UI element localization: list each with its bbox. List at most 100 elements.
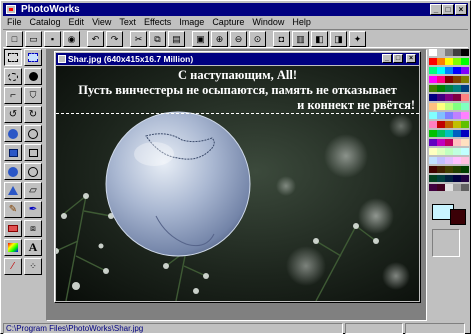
image-minimize-button[interactable]: _ — [382, 54, 392, 63]
undo-icon[interactable]: ↶ — [87, 31, 104, 47]
palette-swatch[interactable] — [461, 148, 469, 155]
palette-swatch[interactable] — [453, 49, 461, 56]
palette-swatch[interactable] — [429, 148, 437, 155]
palette-swatch[interactable] — [445, 103, 453, 110]
palette-swatch[interactable] — [461, 85, 469, 92]
palette-swatch[interactable] — [437, 94, 445, 101]
palette-swatch[interactable] — [461, 166, 469, 173]
palette-swatch[interactable] — [445, 85, 453, 92]
rotate-left-tool[interactable]: ↺ — [4, 106, 22, 123]
menu-effects[interactable]: Effects — [140, 16, 175, 29]
polygon-tool[interactable]: ▱ — [24, 182, 42, 199]
menu-help[interactable]: Help — [288, 16, 315, 29]
palette-swatch[interactable] — [453, 85, 461, 92]
palette-swatch[interactable] — [453, 121, 461, 128]
palette-swatch[interactable] — [429, 49, 437, 56]
palette-swatch[interactable] — [453, 103, 461, 110]
palette-swatch[interactable] — [453, 112, 461, 119]
menu-capture[interactable]: Capture — [208, 16, 248, 29]
palette-swatch[interactable] — [437, 121, 445, 128]
spray-tool[interactable]: ⁘ — [24, 258, 42, 275]
palette-swatch[interactable] — [429, 67, 437, 74]
palette-swatch[interactable] — [461, 175, 469, 182]
palette-swatch[interactable] — [437, 166, 445, 173]
palette-swatch[interactable] — [437, 148, 445, 155]
effects-icon[interactable]: ✦ — [349, 31, 366, 47]
image-close-button[interactable]: × — [406, 54, 416, 63]
redo-icon[interactable]: ↷ — [106, 31, 123, 47]
minimize-button[interactable]: _ — [430, 4, 442, 15]
palette-swatch[interactable] — [461, 130, 469, 137]
palette-swatch[interactable] — [445, 130, 453, 137]
menu-view[interactable]: View — [88, 16, 115, 29]
text-tool[interactable]: A — [24, 239, 42, 256]
palette-swatch[interactable] — [429, 76, 437, 83]
filled-polygon-tool[interactable] — [4, 182, 22, 199]
palette-swatch[interactable] — [429, 112, 437, 119]
palette-swatch[interactable] — [429, 85, 437, 92]
open-icon[interactable]: ▭ — [25, 31, 42, 47]
palette-swatch[interactable] — [429, 103, 437, 110]
palette-swatch[interactable] — [445, 166, 453, 173]
palette-swatch[interactable] — [429, 139, 437, 146]
filled-circle-tool[interactable] — [4, 163, 22, 180]
palette-swatch[interactable] — [445, 148, 453, 155]
menu-window[interactable]: Window — [248, 16, 288, 29]
filled-ellipse-tool[interactable] — [4, 125, 22, 142]
palette-swatch[interactable] — [445, 184, 453, 191]
palette-swatch[interactable] — [453, 157, 461, 164]
palette-swatch[interactable] — [461, 184, 469, 191]
palette-swatch[interactable] — [461, 49, 469, 56]
background-color-swatch[interactable] — [450, 209, 466, 225]
palette-swatch[interactable] — [437, 175, 445, 182]
palette-swatch[interactable] — [437, 49, 445, 56]
palette-swatch[interactable] — [437, 85, 445, 92]
image-window-icon[interactable] — [58, 55, 66, 63]
palette-swatch[interactable] — [437, 112, 445, 119]
palette-swatch[interactable] — [461, 139, 469, 146]
ellipse-tool[interactable] — [24, 125, 42, 142]
crop-tool[interactable]: ⌐ — [4, 87, 22, 104]
palette-swatch[interactable] — [453, 184, 461, 191]
palette-swatch[interactable] — [445, 121, 453, 128]
palette-swatch[interactable] — [445, 67, 453, 74]
palette-swatch[interactable] — [445, 139, 453, 146]
cut-icon[interactable]: ✂ — [130, 31, 147, 47]
palette-swatch[interactable] — [461, 76, 469, 83]
bucket-tool[interactable]: ⛉ — [24, 87, 42, 104]
palette-swatch[interactable] — [453, 139, 461, 146]
palette-swatch[interactable] — [445, 76, 453, 83]
palette-swatch[interactable] — [429, 94, 437, 101]
paste-icon[interactable]: ▤ — [168, 31, 185, 47]
palette-swatch[interactable] — [453, 148, 461, 155]
scan-icon[interactable]: ◉ — [63, 31, 80, 47]
eyedropper-tool[interactable]: ⁄ — [4, 258, 22, 275]
palette-swatch[interactable] — [437, 103, 445, 110]
lasso-tool[interactable] — [4, 68, 22, 85]
palette-swatch[interactable] — [445, 94, 453, 101]
image-maximize-button[interactable]: □ — [393, 54, 403, 63]
new-icon[interactable]: □ — [6, 31, 23, 47]
layers-icon[interactable]: ◨ — [330, 31, 347, 47]
zoom-in-icon[interactable]: ⊕ — [211, 31, 228, 47]
palette-swatch[interactable] — [437, 58, 445, 65]
palette-icon[interactable]: ◧ — [311, 31, 328, 47]
menu-file[interactable]: File — [3, 16, 26, 29]
palette-swatch[interactable] — [461, 157, 469, 164]
image-canvas[interactable]: С наступающим, All! Пусть винчестеры не … — [56, 66, 419, 301]
eraser-tool[interactable] — [4, 220, 22, 237]
gradient-tool[interactable] — [4, 239, 22, 256]
palette-swatch[interactable] — [437, 130, 445, 137]
palette-swatch[interactable] — [453, 94, 461, 101]
palette-swatch[interactable] — [461, 58, 469, 65]
palette-swatch[interactable] — [429, 175, 437, 182]
filled-rectangle-tool[interactable] — [4, 144, 22, 161]
menu-text[interactable]: Text — [115, 16, 140, 29]
color-preview-box[interactable] — [432, 229, 460, 257]
clone-tool[interactable]: ⧈ — [24, 220, 42, 237]
pencil-tool[interactable]: ✎ — [4, 201, 22, 218]
palette-swatch[interactable] — [429, 184, 437, 191]
palette-swatch[interactable] — [445, 175, 453, 182]
palette-swatch[interactable] — [453, 67, 461, 74]
close-button[interactable]: × — [455, 4, 467, 15]
